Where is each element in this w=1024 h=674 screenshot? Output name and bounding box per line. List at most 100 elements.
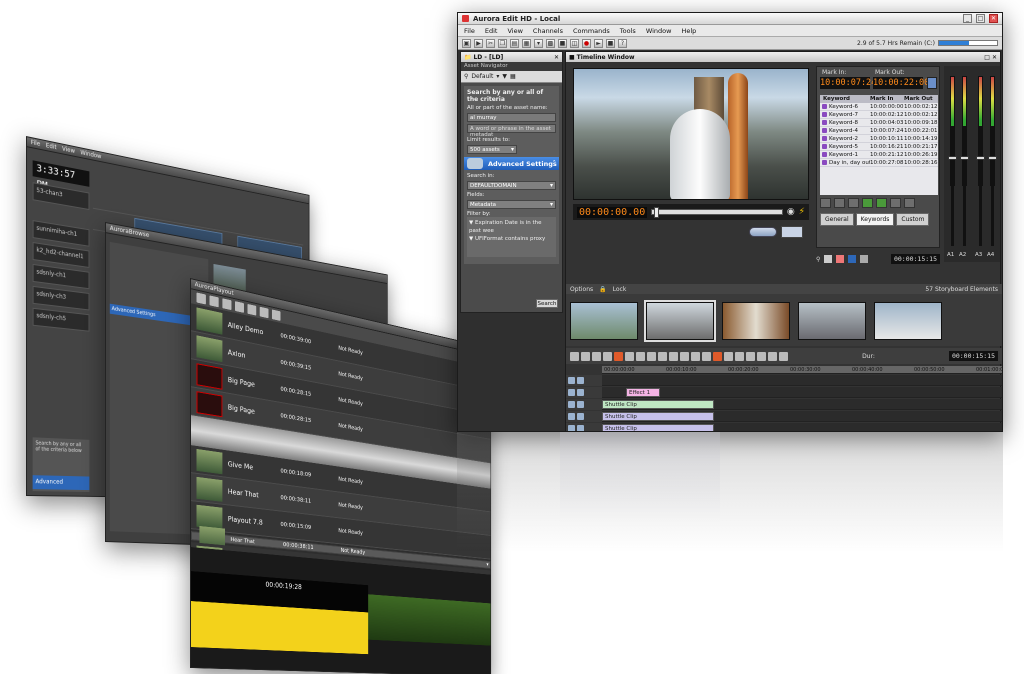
menu-item-view[interactable]: View bbox=[507, 27, 522, 35]
open-icon[interactable]: ▶ bbox=[474, 38, 483, 48]
track-toggle-icon[interactable] bbox=[577, 389, 584, 396]
tool-icon[interactable] bbox=[222, 298, 232, 311]
mark-in-timecode[interactable]: 10:00:07:24 bbox=[820, 77, 876, 89]
track-toggle-icon[interactable] bbox=[577, 377, 584, 384]
close-icon[interactable]: ✕ bbox=[554, 54, 559, 61]
channel-row[interactable]: sdsnly-ch5 bbox=[32, 307, 90, 332]
close-icon[interactable]: ✕ bbox=[992, 54, 997, 61]
channel-row[interactable]: sdsnly-ch3 bbox=[32, 285, 90, 311]
asset-name-input[interactable]: al murray bbox=[467, 113, 556, 122]
marker-red-icon[interactable] bbox=[836, 255, 845, 263]
delete-keyword-icon[interactable] bbox=[848, 198, 859, 208]
lock-icon[interactable] bbox=[568, 401, 575, 408]
storyboard-thumbnail[interactable] bbox=[798, 302, 866, 340]
chevron-down-icon[interactable]: ▾ bbox=[496, 73, 499, 80]
edit-keyword-icon[interactable] bbox=[834, 198, 845, 208]
keyword-row[interactable]: Keyword-1 10:00:21:12 10:00:26:19 bbox=[820, 151, 938, 159]
paste-icon[interactable]: ▤ bbox=[510, 38, 519, 48]
storyboard-thumbnail[interactable] bbox=[570, 302, 638, 340]
scrub-bar[interactable] bbox=[651, 207, 783, 218]
metadata-input[interactable]: A word or phrase in the asset metadat bbox=[467, 124, 556, 138]
menu-item-help[interactable]: Help bbox=[681, 27, 696, 35]
copy-icon[interactable]: ❐ bbox=[498, 38, 507, 48]
lock-icon[interactable] bbox=[568, 389, 575, 396]
stop-icon[interactable]: ■ bbox=[606, 38, 615, 48]
video-preview[interactable] bbox=[573, 68, 809, 200]
channel-row[interactable]: sdsnly-ch1 bbox=[32, 263, 90, 290]
marker-gray-icon[interactable] bbox=[860, 255, 869, 263]
chevron-up-icon[interactable]: ˆ bbox=[553, 160, 557, 168]
maximize-icon[interactable]: □ bbox=[984, 54, 990, 61]
track-toggle-icon[interactable] bbox=[577, 425, 584, 431]
lock-icon[interactable] bbox=[568, 425, 575, 431]
track-toggle-icon[interactable] bbox=[577, 401, 584, 408]
tool-icon[interactable] bbox=[209, 295, 219, 308]
limit-select[interactable]: 500 assets bbox=[467, 145, 517, 154]
tool-icon[interactable] bbox=[196, 292, 206, 305]
tool-icon[interactable] bbox=[647, 351, 656, 361]
apply-icon[interactable] bbox=[876, 198, 887, 208]
lock-icon[interactable]: 🔒 bbox=[599, 286, 606, 293]
jog-icon[interactable]: ◉ bbox=[787, 207, 795, 217]
fields-select[interactable]: Metadata bbox=[467, 200, 556, 209]
tab-keywords[interactable]: Keywords bbox=[855, 213, 895, 226]
tool-icon[interactable] bbox=[669, 351, 678, 361]
scrub-handle[interactable] bbox=[654, 207, 660, 218]
search-in-select[interactable]: DEFAULTDOMAIN bbox=[467, 181, 556, 190]
list-icon[interactable] bbox=[927, 77, 937, 89]
tool-icon[interactable] bbox=[702, 351, 711, 361]
column-header[interactable]: Keyword bbox=[820, 95, 870, 103]
tool-icon[interactable] bbox=[234, 301, 244, 313]
menu-item-file[interactable]: File bbox=[464, 27, 475, 35]
fader-a3[interactable] bbox=[976, 126, 985, 246]
keyword-row[interactable]: Keyword-4 10:00:07:24 10:00:22:01 bbox=[820, 127, 938, 135]
column-header[interactable]: Mark Out bbox=[904, 95, 938, 103]
advanced-settings-header[interactable]: Advanced Settings ˆ bbox=[464, 157, 559, 170]
minimize-icon[interactable]: _ bbox=[963, 14, 972, 23]
fader-knob[interactable] bbox=[988, 156, 997, 160]
import-icon[interactable] bbox=[890, 198, 901, 208]
storyboard-thumbnail[interactable] bbox=[722, 302, 790, 340]
keyword-row[interactable]: Keyword-8 10:00:04:03 10:00:09:18 bbox=[820, 119, 938, 127]
tool-icon[interactable] bbox=[614, 351, 623, 361]
menu-item-tools[interactable]: Tools bbox=[620, 27, 636, 35]
channel-row[interactable]: k2_hd2-channel1 bbox=[32, 242, 90, 268]
search-button[interactable]: Search bbox=[536, 299, 558, 308]
bin-icon[interactable]: ▩ bbox=[546, 38, 555, 48]
search-icon[interactable]: ⚲ bbox=[464, 73, 468, 80]
grid-icon[interactable]: ▦ bbox=[510, 73, 516, 80]
menu-item-commands[interactable]: Commands bbox=[573, 27, 610, 35]
marker-blue-icon[interactable] bbox=[848, 255, 857, 263]
lock-icon[interactable] bbox=[568, 413, 575, 420]
lock-icon[interactable] bbox=[568, 377, 575, 384]
shuttle-clip[interactable]: Shuttle Clip bbox=[602, 412, 714, 421]
storyboard-options[interactable]: Options bbox=[570, 286, 593, 293]
keyword-row[interactable]: Keyword-7 10:00:02:12 10:00:02:12 bbox=[820, 111, 938, 119]
advanced-button[interactable]: Advanced bbox=[32, 475, 90, 491]
menu-item-window[interactable]: Window bbox=[646, 27, 672, 35]
chevron-down-icon[interactable]: ▾ bbox=[534, 38, 543, 48]
fader-a4[interactable] bbox=[988, 126, 997, 246]
help-icon[interactable]: ? bbox=[618, 38, 627, 48]
default-profile[interactable]: Default bbox=[471, 73, 493, 80]
tool-icon[interactable] bbox=[570, 351, 579, 361]
tool-icon[interactable] bbox=[625, 351, 634, 361]
keyword-row[interactable]: Keyword-2 10:00:10:11 10:00:14:19 bbox=[820, 135, 938, 143]
tool-icon[interactable] bbox=[768, 351, 777, 361]
tool-icon[interactable] bbox=[247, 303, 257, 316]
keyword-row[interactable]: Day in, day out, w.10:00:27:0810:00:28:1… bbox=[820, 159, 938, 167]
tool-icon[interactable] bbox=[691, 351, 700, 361]
play-icon[interactable]: ► bbox=[594, 38, 603, 48]
tool-icon[interactable] bbox=[779, 351, 788, 361]
record-icon[interactable]: ● bbox=[582, 38, 591, 48]
tool-icon[interactable] bbox=[581, 351, 590, 361]
shuttle-clip[interactable]: Shuttle Clip bbox=[602, 400, 714, 409]
storyboard-thumbnail[interactable] bbox=[874, 302, 942, 340]
tool-icon[interactable] bbox=[271, 309, 281, 321]
tool-icon[interactable] bbox=[658, 351, 667, 361]
grid-icon[interactable]: ▦ bbox=[522, 38, 531, 48]
tool-icon[interactable] bbox=[680, 351, 689, 361]
shuttle-clip[interactable]: Shuttle Clip bbox=[602, 424, 714, 431]
storyboard-thumbnail[interactable] bbox=[644, 300, 716, 342]
filter-item[interactable]: ▼ Expiration Date is in the past wee bbox=[469, 219, 554, 235]
